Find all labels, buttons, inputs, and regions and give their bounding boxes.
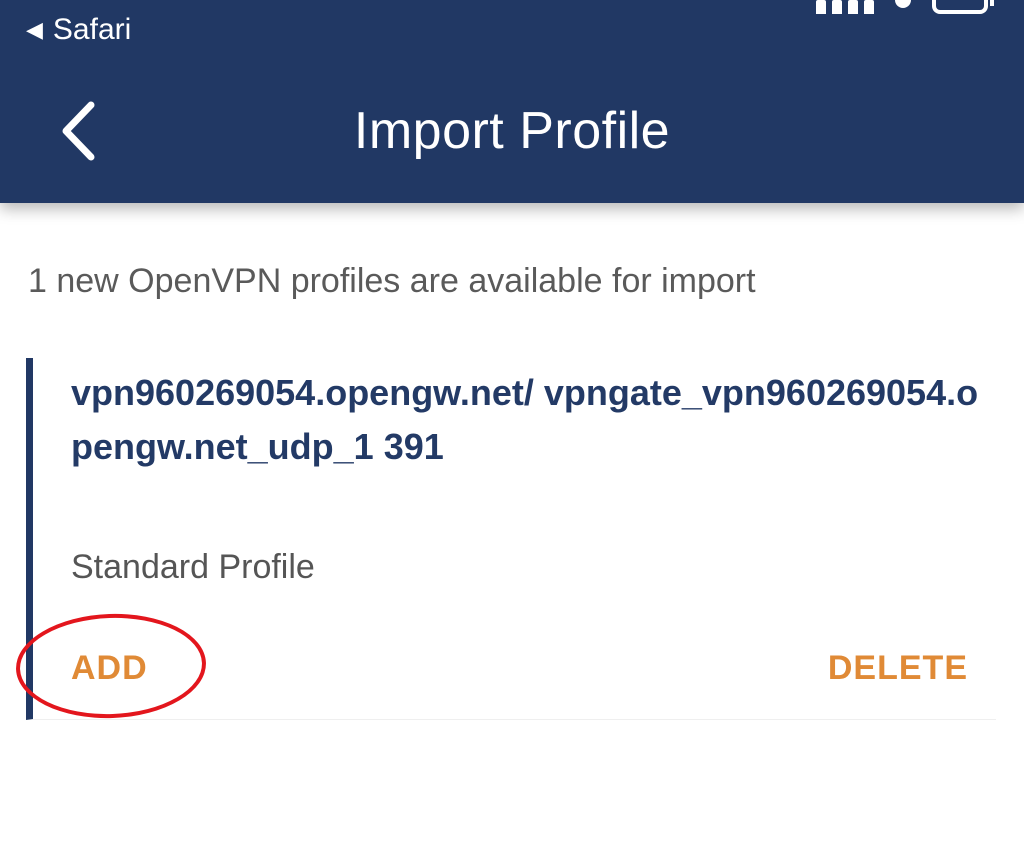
profile-card: vpn960269054.opengw.net/ vpngate_vpn9602… xyxy=(26,358,996,720)
wifi-icon xyxy=(888,0,918,14)
page-title: Import Profile xyxy=(353,102,671,160)
add-button[interactable]: ADD xyxy=(71,648,148,688)
back-app-label: Safari xyxy=(52,13,132,46)
delete-button[interactable]: DELETE xyxy=(828,648,968,688)
import-info-text: 1 new OpenVPN profiles are available for… xyxy=(28,262,756,300)
status-bar-back-to-safari[interactable]: ◀ Safari xyxy=(26,12,131,48)
profile-url: vpn960269054.opengw.net/ vpngate_vpn9602… xyxy=(71,372,979,467)
back-triangle-icon: ◀ xyxy=(26,17,43,42)
profile-type: Standard Profile xyxy=(71,548,315,586)
navigation-header: ◀ Safari Import Profile xyxy=(0,0,1024,203)
signal-icon xyxy=(816,0,874,14)
status-icons xyxy=(816,0,994,16)
battery-icon xyxy=(932,0,994,14)
